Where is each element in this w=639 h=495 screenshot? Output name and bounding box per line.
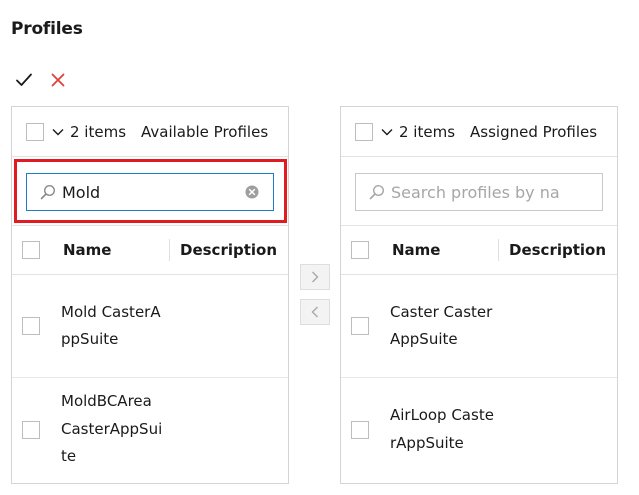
chevron-down-icon xyxy=(381,128,393,135)
chevron-down-icon xyxy=(52,128,64,135)
profile-name: Mold CasterAppSuite xyxy=(61,302,161,349)
search-icon xyxy=(40,184,56,200)
column-header-name[interactable]: Name xyxy=(392,241,484,259)
action-bar xyxy=(14,70,68,90)
move-left-button[interactable] xyxy=(300,299,330,325)
column-header-description[interactable]: Description xyxy=(180,241,277,259)
clear-search-icon[interactable] xyxy=(245,185,259,199)
column-header-name[interactable]: Name xyxy=(63,241,155,259)
profile-name: Caster CasterAppSuite xyxy=(390,302,493,349)
panel-title: Assigned Profiles xyxy=(470,122,598,141)
check-icon xyxy=(16,73,32,86)
column-header-description[interactable]: Description xyxy=(509,241,606,259)
search-box xyxy=(355,173,603,211)
page-title: Profiles xyxy=(11,19,83,39)
select-all-checkbox[interactable] xyxy=(26,122,44,141)
available-profiles-panel: 2 items Available Profiles Name Descript… xyxy=(11,106,289,484)
header-checkbox[interactable] xyxy=(351,241,369,259)
table-header: Name Description xyxy=(12,225,288,275)
column-divider[interactable] xyxy=(498,239,499,261)
search-input[interactable] xyxy=(62,182,232,202)
search-container xyxy=(26,173,274,211)
select-dropdown-toggle[interactable] xyxy=(381,126,393,138)
table-header: Name Description xyxy=(341,225,617,275)
row-checkbox[interactable] xyxy=(22,420,40,439)
panel-header: 2 items Available Profiles xyxy=(12,107,288,157)
column-divider[interactable] xyxy=(169,239,170,261)
assigned-profiles-panel: 2 items Assigned Profiles Name Descripti… xyxy=(340,106,618,484)
chevron-left-icon xyxy=(311,306,318,318)
profile-name: MoldBCArea CasterAppSuite xyxy=(61,392,163,466)
table-row[interactable]: Caster CasterAppSuite xyxy=(341,275,617,378)
search-container xyxy=(355,173,603,211)
close-icon xyxy=(51,73,65,87)
header-checkbox[interactable] xyxy=(22,241,40,259)
item-count: 2 items xyxy=(70,122,127,141)
panel-header: 2 items Assigned Profiles xyxy=(341,107,617,157)
row-checkbox[interactable] xyxy=(351,420,369,439)
item-count: 2 items xyxy=(399,122,456,141)
row-checkbox[interactable] xyxy=(22,317,40,335)
table-row[interactable]: AirLoop CasterAppSuite xyxy=(341,378,617,481)
move-right-button[interactable] xyxy=(300,264,330,290)
search-box xyxy=(26,173,274,211)
search-icon xyxy=(369,184,385,200)
select-all-checkbox[interactable] xyxy=(355,122,373,141)
panel-title: Available Profiles xyxy=(141,122,269,141)
select-dropdown-toggle[interactable] xyxy=(52,126,64,138)
row-checkbox[interactable] xyxy=(351,317,369,335)
confirm-button[interactable] xyxy=(14,70,34,90)
search-input[interactable] xyxy=(391,182,561,202)
cancel-button[interactable] xyxy=(48,70,68,90)
chevron-right-icon xyxy=(312,271,319,283)
profile-name: AirLoop CasterAppSuite xyxy=(390,406,494,452)
table-row[interactable]: Mold CasterAppSuite xyxy=(12,275,288,378)
table-row[interactable]: MoldBCArea CasterAppSuite xyxy=(12,378,288,481)
